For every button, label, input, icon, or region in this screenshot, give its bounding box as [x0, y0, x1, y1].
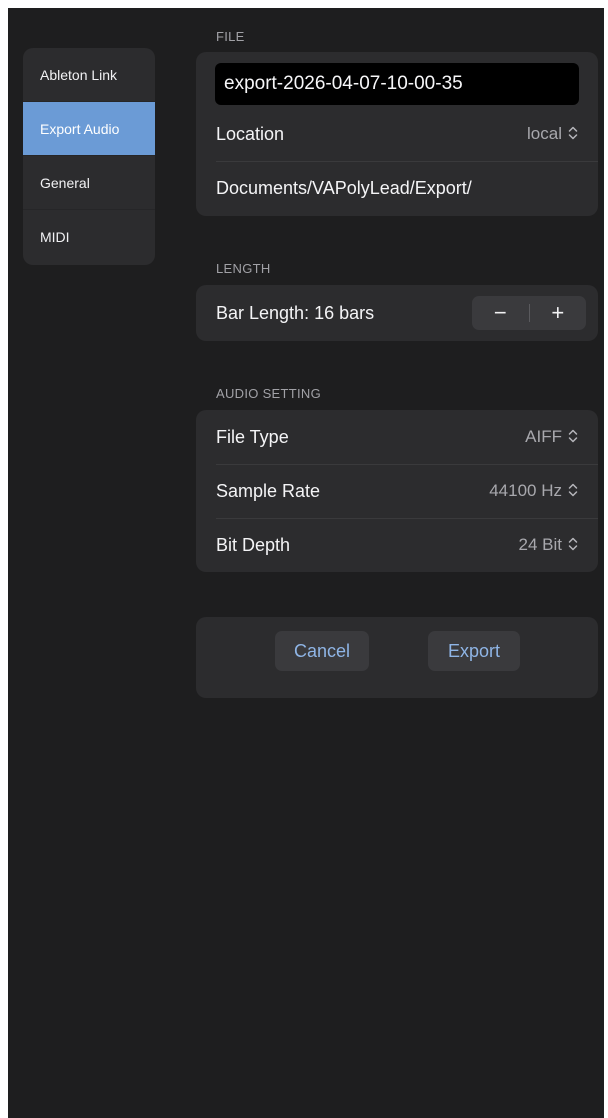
bit-depth-label: Bit Depth — [216, 534, 291, 555]
export-path-row: Documents/VAPolyLead/Export/ — [196, 161, 598, 215]
actions-panel: Cancel Export — [196, 617, 598, 698]
sidebar-item-ableton-link[interactable]: Ableton Link — [23, 48, 155, 102]
location-select[interactable]: local — [527, 124, 578, 144]
export-path: Documents/VAPolyLead/Export/ — [216, 177, 472, 198]
file-panel: export-2026-04-07-10-00-35 Location loca… — [196, 52, 598, 216]
up-down-chevron-icon — [568, 537, 578, 553]
cancel-button[interactable]: Cancel — [275, 631, 369, 671]
length-panel: Bar Length: 16 bars − + — [196, 285, 598, 341]
sample-rate-label: Sample Rate — [216, 480, 321, 501]
settings-window: Ableton Link Export Audio General MIDI F… — [8, 8, 604, 1118]
export-button[interactable]: Export — [428, 631, 520, 671]
increment-button[interactable]: + — [530, 296, 587, 330]
file-type-label: File Type — [216, 426, 289, 447]
bit-depth-select[interactable]: 24 Bit — [519, 535, 578, 555]
bar-length-stepper[interactable]: − + — [472, 296, 586, 330]
bar-length-row: Bar Length: 16 bars − + — [196, 285, 598, 341]
location-label: Location — [216, 123, 285, 144]
sidebar-item-label: Export Audio — [40, 120, 120, 137]
sample-rate-row[interactable]: Sample Rate 44100 Hz — [196, 464, 598, 518]
bar-length-label: Bar Length: 16 bars — [216, 302, 375, 323]
file-type-select[interactable]: AIFF — [525, 427, 578, 447]
decrement-button[interactable]: − — [472, 296, 529, 330]
sidebar-item-label: General — [40, 174, 90, 191]
bit-depth-value: 24 Bit — [518, 535, 562, 554]
up-down-chevron-icon — [568, 126, 578, 142]
sidebar-item-general[interactable]: General — [23, 156, 155, 210]
file-type-value: AIFF — [525, 427, 562, 446]
sample-rate-select[interactable]: 44100 Hz — [489, 481, 578, 501]
location-value: local — [527, 124, 562, 143]
file-type-row[interactable]: File Type AIFF — [196, 410, 598, 464]
file-section-header: FILE — [216, 29, 245, 44]
filename-input[interactable]: export-2026-04-07-10-00-35 — [215, 63, 579, 105]
up-down-chevron-icon — [568, 483, 578, 499]
sidebar-item-midi[interactable]: MIDI — [23, 210, 155, 264]
sidebar: Ableton Link Export Audio General MIDI — [23, 48, 155, 265]
sample-rate-value: 44100 Hz — [489, 481, 562, 500]
audio-section-header: AUDIO SETTING — [216, 386, 322, 401]
audio-panel: File Type AIFF Sample Rate 44100 Hz Bit … — [196, 410, 598, 572]
bit-depth-row[interactable]: Bit Depth 24 Bit — [196, 518, 598, 572]
sidebar-item-label: Ableton Link — [40, 66, 118, 83]
location-row[interactable]: Location local — [196, 107, 598, 161]
sidebar-item-label: MIDI — [40, 229, 70, 245]
length-section-header: LENGTH — [216, 261, 271, 276]
up-down-chevron-icon — [568, 429, 578, 445]
sidebar-item-export-audio[interactable]: Export Audio — [23, 102, 155, 156]
